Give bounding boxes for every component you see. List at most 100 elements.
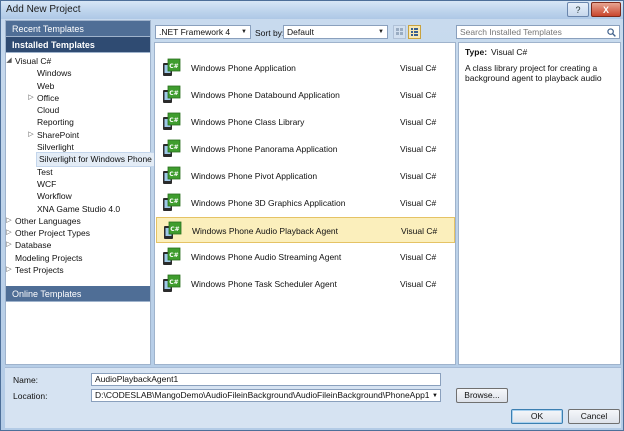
- tree-item[interactable]: Workflow: [6, 190, 150, 202]
- tree-item-label: Test Projects: [15, 265, 64, 276]
- collapsed-arrow-icon[interactable]: ▷: [5, 215, 13, 227]
- sort-select[interactable]: Default ▼: [283, 25, 388, 39]
- sort-by-label: Sort by:: [255, 28, 285, 38]
- browse-button[interactable]: Browse...: [456, 388, 508, 403]
- chevron-down-icon: ▼: [241, 29, 247, 35]
- tree-item[interactable]: ▷ SharePoint: [6, 129, 150, 141]
- tree-item-label: Windows: [37, 68, 72, 79]
- template-language: Visual C#: [400, 144, 437, 154]
- tree-item[interactable]: Test: [6, 166, 150, 178]
- template-row[interactable]: C# Windows Phone Pivot Application Visual …: [156, 163, 455, 189]
- tree-item-label: Other Languages: [15, 215, 81, 226]
- tree-item-label: Silverlight for Windows Phone: [36, 152, 155, 167]
- framework-select[interactable]: .NET Framework 4 ▼: [155, 25, 251, 39]
- svg-text:C#: C#: [169, 63, 178, 70]
- small-icons-view-button[interactable]: [393, 25, 406, 39]
- location-value: D:\CODESLAB\MangoDemo\AudioFileinBackgro…: [95, 390, 430, 400]
- template-name: Windows Phone Class Library: [191, 117, 305, 127]
- template-categories-pane: Recent Templates Installed Templates ◢ Vi…: [5, 20, 155, 365]
- collapsed-arrow-icon[interactable]: ▷: [5, 264, 13, 276]
- tree-item[interactable]: ▷ Test Projects: [6, 264, 150, 276]
- template-row[interactable]: C# Windows Phone Task Scheduler Agent Visu…: [156, 271, 455, 297]
- online-templates-header[interactable]: Online Templates: [6, 286, 150, 302]
- template-language: Visual C#: [400, 252, 437, 262]
- list-view-button[interactable]: [408, 25, 421, 39]
- tree-item[interactable]: ▷ Other Languages: [6, 215, 150, 227]
- tree-item[interactable]: WCF: [6, 178, 150, 190]
- search-templates-input[interactable]: Search Installed Templates: [456, 25, 620, 39]
- phone-csharp-project-icon: C#: [162, 274, 182, 294]
- framework-value: .NET Framework 4: [159, 27, 231, 37]
- tree-item-label: Cloud: [37, 105, 60, 116]
- svg-text:C#: C#: [170, 226, 179, 233]
- phone-csharp-project-icon: C#: [163, 221, 183, 241]
- tree-item[interactable]: Silverlight for Windows Phone: [6, 152, 155, 167]
- type-line: Type: Visual C#: [465, 47, 614, 57]
- template-name: Windows Phone Panorama Application: [191, 144, 338, 154]
- svg-text:C#: C#: [169, 252, 178, 259]
- project-form: Name: AudioPlaybackAgent1 Location: D:\C…: [5, 367, 621, 428]
- template-row[interactable]: C# Windows Phone Application Visual C#: [156, 55, 455, 81]
- svg-text:C#: C#: [169, 171, 178, 178]
- project-name-input[interactable]: AudioPlaybackAgent1: [91, 373, 441, 386]
- template-name: Windows Phone Audio Playback Agent: [192, 226, 339, 236]
- category-tree: ◢ Visual C# Windows Web ▷ Office Cloud Reportin…: [6, 53, 155, 276]
- template-name: Windows Phone Audio Streaming Agent: [191, 252, 342, 262]
- tree-item[interactable]: ◢ Visual C#: [6, 55, 150, 67]
- template-language: Visual C#: [400, 198, 437, 208]
- location-select[interactable]: D:\CODESLAB\MangoDemo\AudioFileinBackgro…: [91, 389, 441, 402]
- tree-item-label: Database: [15, 240, 52, 251]
- svg-text:C#: C#: [169, 144, 178, 151]
- tree-item[interactable]: ▷ Other Project Types: [6, 227, 150, 239]
- template-row[interactable]: C# Windows Phone Panorama Application Visu…: [156, 136, 455, 162]
- template-name: Windows Phone Pivot Application: [191, 171, 318, 181]
- tree-item[interactable]: XNA Game Studio 4.0: [6, 203, 150, 215]
- recent-templates-header[interactable]: Recent Templates: [6, 21, 150, 37]
- phone-csharp-project-icon: C#: [162, 85, 182, 105]
- phone-csharp-project-icon: C#: [162, 58, 182, 78]
- collapsed-arrow-icon[interactable]: ▷: [27, 92, 35, 104]
- tree-item[interactable]: Modeling Projects: [6, 252, 150, 264]
- tree-item-label: Test: [37, 166, 53, 177]
- template-language: Visual C#: [400, 171, 437, 181]
- tree-item[interactable]: Cloud: [6, 104, 150, 116]
- expanded-arrow-icon[interactable]: ◢: [5, 55, 13, 67]
- chevron-down-icon: ▼: [378, 29, 384, 35]
- tree-item-label: Office: [37, 92, 60, 103]
- tree-item[interactable]: ▷ Database: [6, 239, 150, 251]
- close-button[interactable]: X: [591, 2, 621, 17]
- template-language: Visual C#: [400, 90, 437, 100]
- template-row[interactable]: C# Windows Phone 3D Graphics Application V…: [156, 190, 455, 216]
- help-button[interactable]: ?: [567, 2, 589, 17]
- template-row[interactable]: C# Windows Phone Audio Playback Agent Visu…: [156, 217, 455, 243]
- template-row[interactable]: C# Windows Phone Audio Streaming Agent Vis…: [156, 244, 455, 270]
- svg-text:C#: C#: [169, 117, 178, 124]
- ok-button[interactable]: OK: [511, 409, 563, 424]
- tree-item-label: Workflow: [37, 191, 72, 202]
- tree-item[interactable]: ▷ Office: [6, 92, 150, 104]
- tree-item[interactable]: Silverlight: [6, 141, 150, 153]
- collapsed-arrow-icon[interactable]: ▷: [5, 239, 13, 251]
- template-name: Windows Phone Application: [191, 63, 296, 73]
- template-language: Visual C#: [401, 226, 438, 236]
- tree-item[interactable]: Reporting: [6, 116, 150, 128]
- collapsed-arrow-icon[interactable]: ▷: [5, 227, 13, 239]
- tree-item-label: Visual C#: [15, 56, 52, 66]
- chevron-down-icon: ▼: [432, 393, 438, 399]
- tree-item[interactable]: Web: [6, 80, 150, 92]
- template-name: Windows Phone 3D Graphics Application: [191, 198, 346, 208]
- tree-item-label: Web: [37, 80, 55, 91]
- template-details-pane: Type: Visual C# A class library project f…: [458, 42, 621, 365]
- tree-item-label: XNA Game Studio 4.0: [37, 203, 121, 214]
- template-description: A class library project for creating a b…: [465, 63, 602, 83]
- template-language: Visual C#: [400, 63, 437, 73]
- template-row[interactable]: C# Windows Phone Databound Application Vis…: [156, 82, 455, 108]
- collapsed-arrow-icon[interactable]: ▷: [27, 129, 35, 141]
- title-bar: Add New Project ? X: [1, 1, 623, 19]
- template-row[interactable]: C# Windows Phone Class Library Visual C#: [156, 109, 455, 135]
- cancel-button[interactable]: Cancel: [568, 409, 620, 424]
- installed-templates-header[interactable]: Installed Templates: [6, 37, 150, 53]
- tree-item[interactable]: Windows: [6, 67, 150, 79]
- sort-value: Default: [287, 27, 314, 37]
- type-label: Type:: [465, 47, 488, 57]
